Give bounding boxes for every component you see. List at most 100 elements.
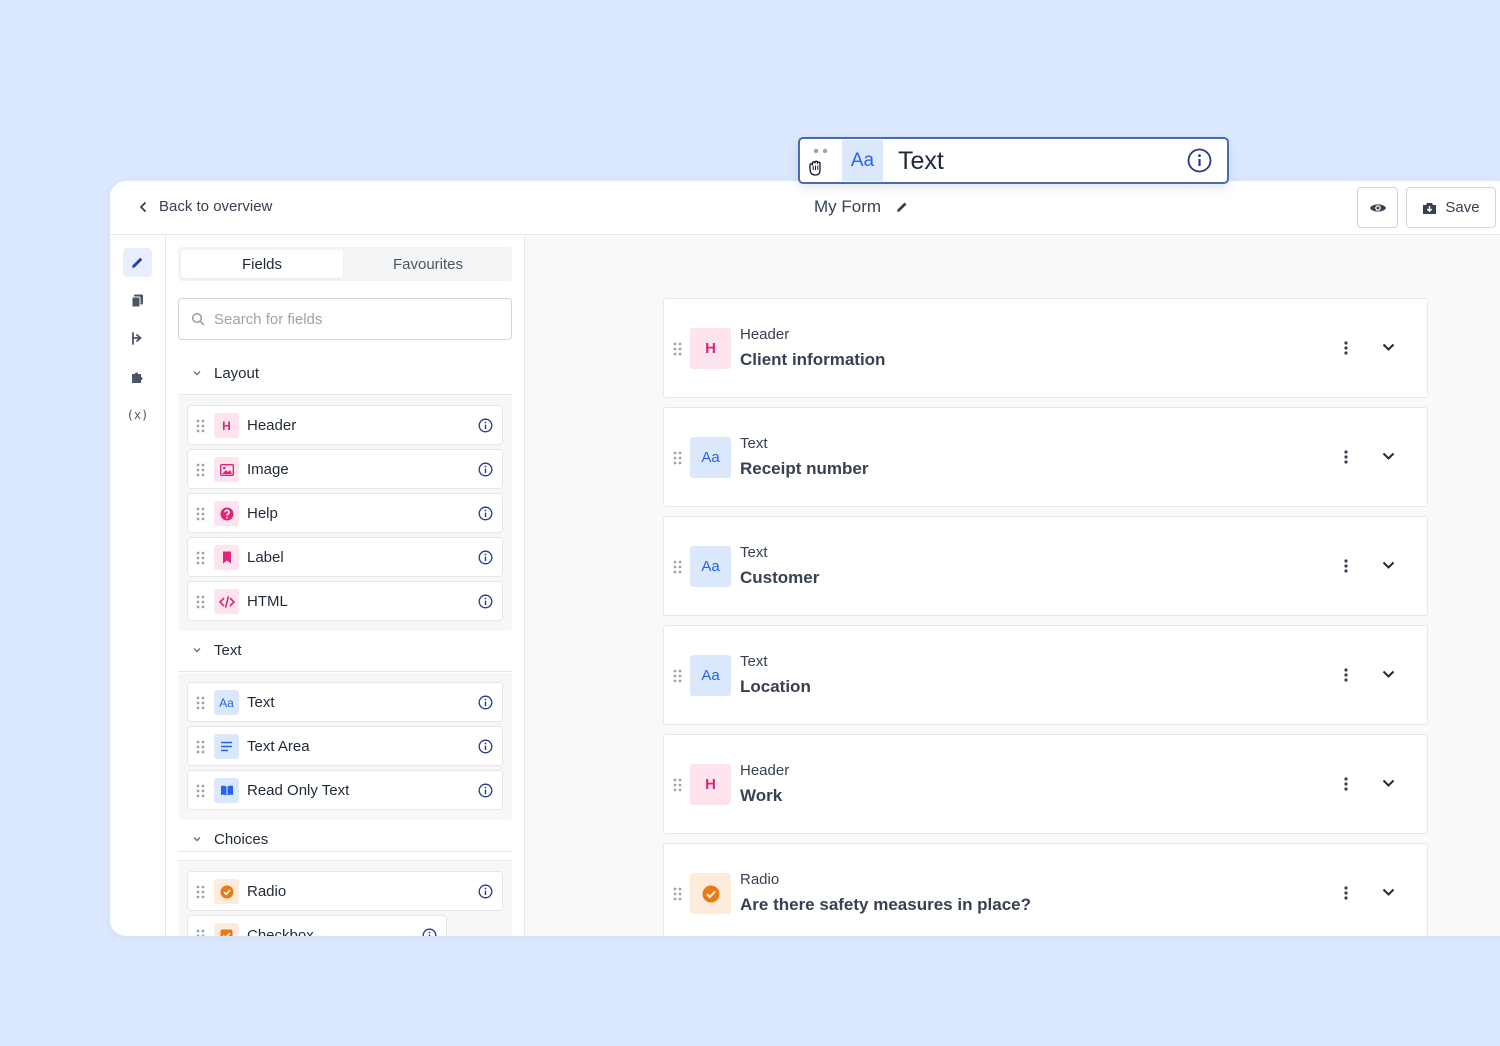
form-item-card[interactable]: Aa Text Location [663, 625, 1428, 725]
form-item-card[interactable]: Aa Text Receipt number [663, 407, 1428, 507]
radio-icon [214, 879, 239, 904]
field-radio[interactable]: Radio [187, 871, 503, 911]
sidebar-tabs: Fields Favourites [178, 247, 512, 281]
rail-variables[interactable]: (x) [123, 400, 152, 429]
drag-handle-icon [813, 148, 828, 154]
field-text-area[interactable]: Text Area [187, 726, 503, 766]
section-text[interactable]: Text [178, 629, 512, 672]
info-icon[interactable] [478, 550, 493, 565]
rail-flow[interactable] [123, 324, 152, 353]
chevron-down-icon[interactable] [1382, 561, 1395, 570]
section-choices[interactable]: Choices [178, 818, 512, 861]
rail-edit[interactable] [123, 248, 152, 277]
more-vertical-icon[interactable] [1344, 777, 1348, 791]
info-icon [1187, 148, 1212, 173]
form-item-card[interactable]: H Header Work [663, 734, 1428, 834]
tool-rail: (x) [110, 235, 166, 936]
edit-icon [132, 257, 143, 268]
info-icon[interactable] [478, 739, 493, 754]
more-vertical-icon[interactable] [1344, 341, 1348, 355]
drag-handle-icon[interactable] [196, 696, 205, 710]
chevron-down-icon[interactable] [1382, 779, 1395, 788]
rail-extensions[interactable] [123, 362, 152, 391]
more-vertical-icon[interactable] [1344, 559, 1348, 573]
info-icon[interactable] [478, 695, 493, 710]
back-to-overview-link[interactable]: Back to overview [137, 198, 272, 215]
info-icon[interactable] [478, 506, 493, 521]
drag-handle-icon[interactable] [673, 669, 682, 683]
save-icon [1423, 202, 1437, 214]
drag-handle-icon[interactable] [673, 451, 682, 465]
field-header[interactable]: H Header [187, 405, 503, 445]
rail-copy[interactable] [123, 286, 152, 315]
chevron-down-icon [193, 371, 201, 376]
field-text[interactable]: Aa Text [187, 682, 503, 722]
info-icon[interactable] [478, 884, 493, 899]
chevron-down-icon[interactable] [1382, 343, 1395, 352]
info-icon[interactable] [478, 594, 493, 609]
section-layout[interactable]: Layout [178, 352, 512, 395]
item-label: Customer [740, 568, 820, 587]
more-vertical-icon[interactable] [1344, 668, 1348, 682]
chevron-down-icon[interactable] [1382, 888, 1395, 897]
tab-fields[interactable]: Fields [181, 250, 343, 278]
tab-favourites[interactable]: Favourites [347, 250, 509, 278]
field-label: Text Area [247, 738, 310, 755]
drag-ghost[interactable]: Aa Text [798, 137, 1229, 184]
form-canvas: H Header Client information Aa Text Rece… [525, 235, 1500, 936]
drag-handle-icon[interactable] [196, 419, 205, 433]
fields-sidebar: Fields Favourites Layout H Header Image [166, 235, 525, 936]
grab-cursor-icon [809, 160, 821, 176]
more-vertical-icon[interactable] [1344, 886, 1348, 900]
preview-button[interactable] [1357, 187, 1398, 228]
field-label-item[interactable]: Label [187, 537, 503, 577]
field-read-only-text[interactable]: Read Only Text [187, 770, 503, 810]
info-icon[interactable] [478, 783, 493, 798]
field-label: Label [247, 549, 284, 566]
help-icon [214, 501, 239, 526]
form-item-card[interactable]: H Header Client information [663, 298, 1428, 398]
drag-handle-icon[interactable] [196, 507, 205, 521]
drag-handle-icon[interactable] [196, 885, 205, 899]
chevron-down-icon[interactable] [1382, 452, 1395, 461]
chevron-left-icon [140, 201, 146, 212]
form-item-card[interactable]: Aa Text Customer [663, 516, 1428, 616]
field-label: Help [247, 505, 278, 522]
text-icon: Aa [690, 655, 731, 696]
edit-title-icon[interactable] [895, 200, 909, 214]
drag-handle-icon[interactable] [673, 887, 682, 901]
search-box [178, 298, 512, 340]
field-checkbox[interactable]: Checkbox [187, 915, 447, 936]
drag-handle-icon[interactable] [196, 929, 205, 936]
info-icon[interactable] [422, 928, 437, 936]
text-icon: Aa [690, 437, 731, 478]
info-icon[interactable] [478, 462, 493, 477]
drag-handle-icon[interactable] [196, 463, 205, 477]
search-input[interactable] [214, 310, 494, 328]
drag-handle-icon[interactable] [673, 778, 682, 792]
field-image[interactable]: Image [187, 449, 503, 489]
drag-handle-icon[interactable] [196, 595, 205, 609]
drag-handle-icon[interactable] [196, 740, 205, 754]
field-label: Read Only Text [247, 782, 350, 799]
drag-handle-icon[interactable] [196, 784, 205, 798]
save-button[interactable]: Save [1406, 187, 1496, 228]
field-label: HTML [247, 593, 288, 610]
text-icon: Aa [690, 546, 731, 587]
drag-handle-icon[interactable] [196, 551, 205, 565]
field-html[interactable]: HTML [187, 581, 503, 621]
field-label: Checkbox [247, 927, 314, 936]
field-help[interactable]: Help [187, 493, 503, 533]
checkbox-icon [214, 923, 239, 936]
more-vertical-icon[interactable] [1344, 450, 1348, 464]
info-icon[interactable] [478, 418, 493, 433]
drag-handle-icon[interactable] [673, 342, 682, 356]
item-type: Header [740, 762, 790, 779]
field-label: Text [247, 694, 275, 711]
form-item-card[interactable]: Radio Are there safety measures in place… [663, 843, 1428, 936]
header-icon: H [690, 328, 731, 369]
field-label: Radio [247, 883, 287, 900]
chevron-down-icon[interactable] [1382, 670, 1395, 679]
code-icon [214, 589, 239, 614]
drag-handle-icon[interactable] [673, 560, 682, 574]
